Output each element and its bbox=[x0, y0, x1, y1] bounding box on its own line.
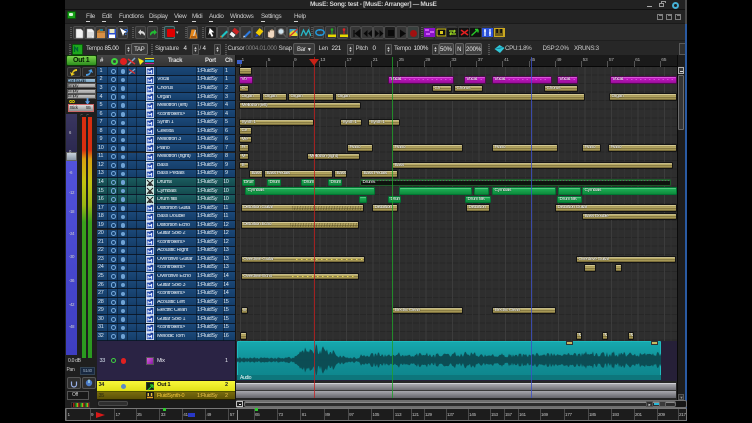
svg-text:?: ? bbox=[124, 28, 129, 37]
